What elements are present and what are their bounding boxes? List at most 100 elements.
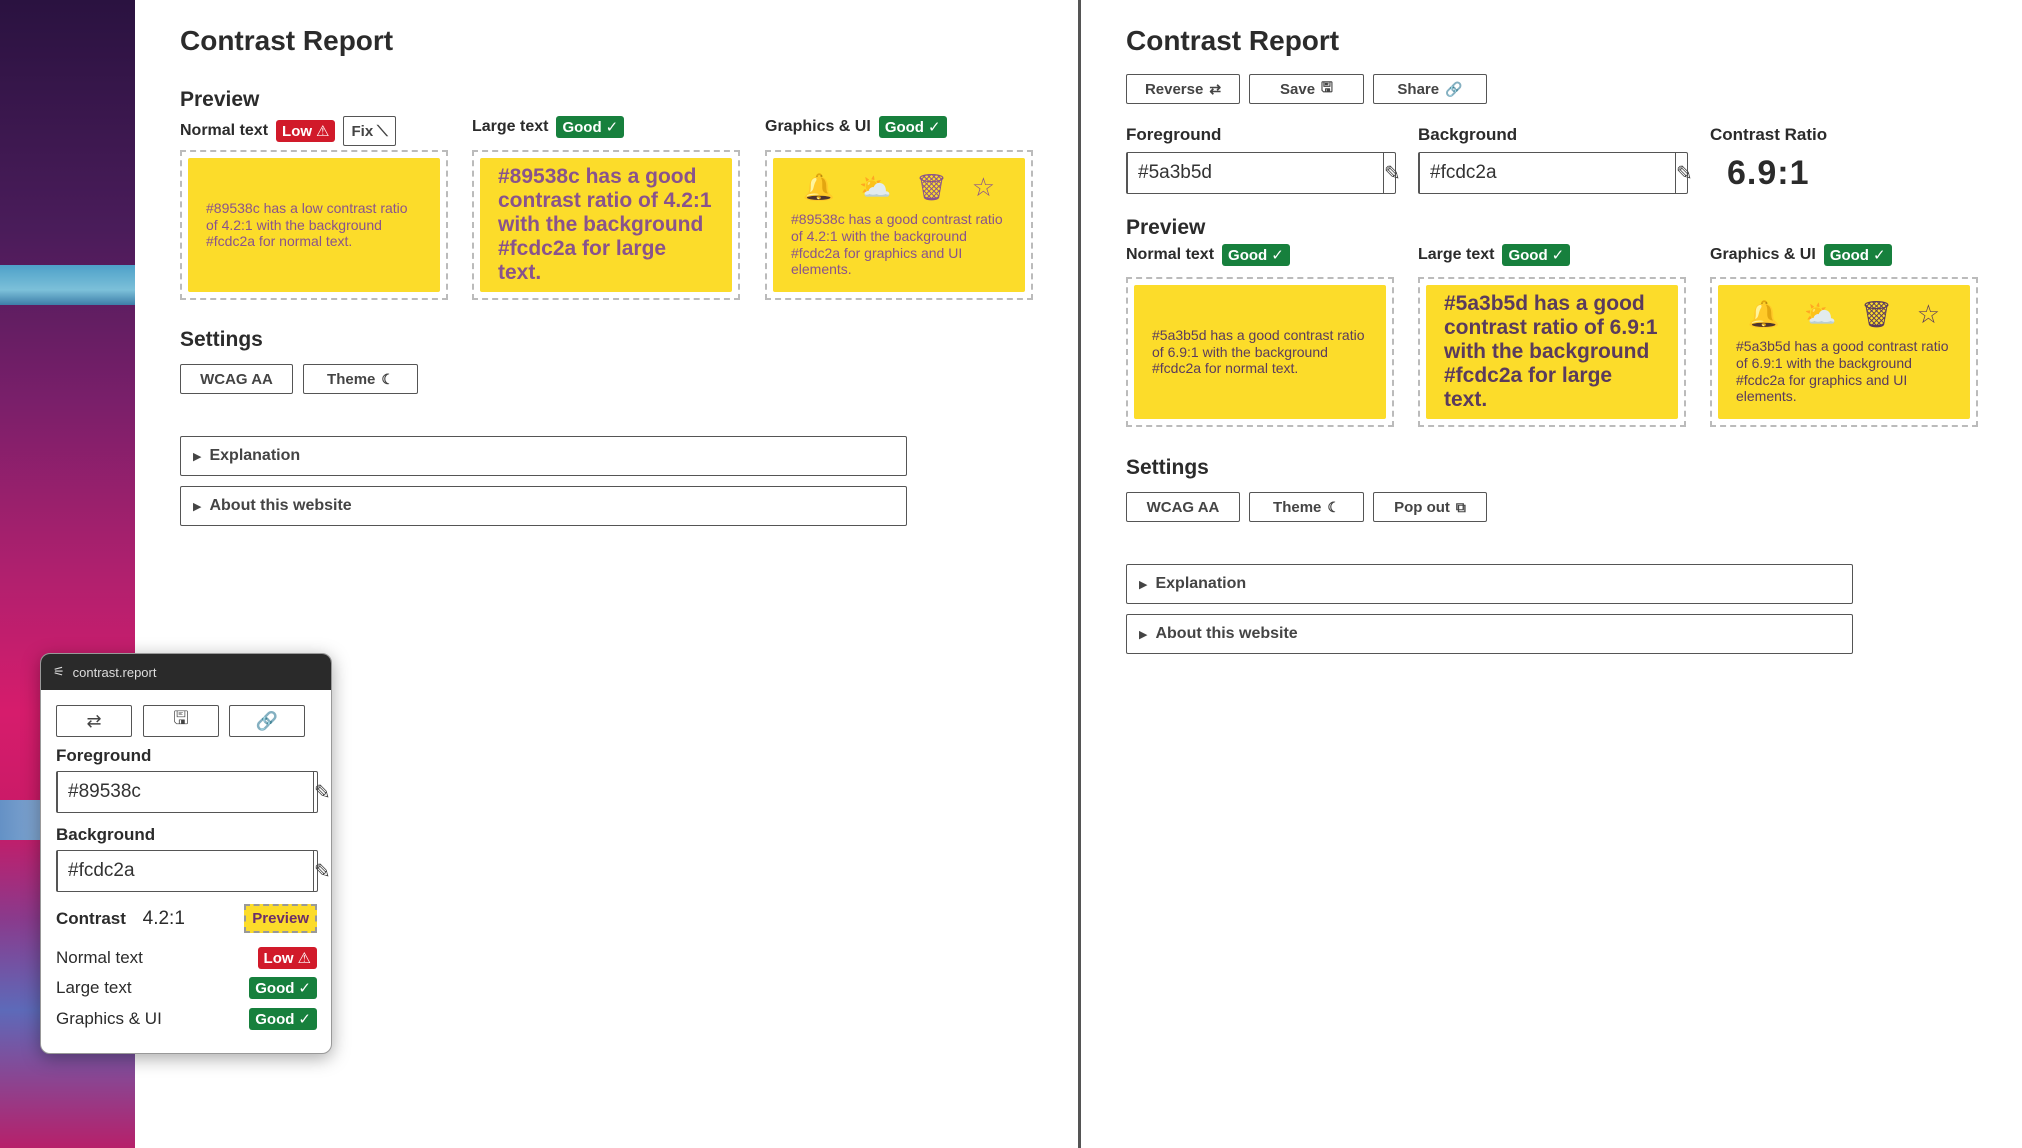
popup-titlebar[interactable]: ⚟ contrast.report <box>41 654 331 690</box>
sliders-icon: ⚟ <box>53 664 65 679</box>
settings-heading: Settings <box>1126 456 1209 479</box>
check-icon: ✓ <box>605 119 619 136</box>
theme-button[interactable]: Theme ☾ <box>1249 492 1364 522</box>
moon-icon: ☾ <box>1327 498 1340 515</box>
save-button[interactable]: Save 🖫 <box>1249 74 1364 104</box>
eyedropper-icon[interactable]: ✎ <box>1383 153 1401 193</box>
check-icon: ✓ <box>298 980 311 997</box>
large-text-preview-card: #5a3b5d has a good contrast ratio of 6.9… <box>1418 277 1686 427</box>
star-icon: ☆ <box>1916 298 1941 329</box>
settings-heading: Settings <box>180 328 263 351</box>
preview-heading: Preview <box>180 88 260 111</box>
triangle-right-icon: ▶ <box>193 500 202 513</box>
triangle-right-icon: ▶ <box>1139 628 1148 641</box>
preview-heading: Preview <box>1126 216 1206 239</box>
check-icon: ✓ <box>1872 247 1886 264</box>
warning-icon: ⚠ <box>316 123 330 140</box>
floppy-icon: 🖫 <box>173 708 189 728</box>
graphics-sample: #89538c has a good contrast ratio of 4.2… <box>791 210 1003 278</box>
eyedropper-icon[interactable]: ✎ <box>313 772 331 812</box>
link-icon: 🔗 <box>255 710 279 731</box>
background-input[interactable] <box>58 851 313 891</box>
wcag-button[interactable]: WCAG AA <box>180 364 293 394</box>
large-text-label: Large text <box>472 118 549 135</box>
swap-icon: ⇄ <box>1209 80 1222 97</box>
status-label: Normal text <box>56 948 143 967</box>
background-field: ✎ <box>1418 152 1693 194</box>
trash-icon: 🗑 <box>1860 298 1894 329</box>
normal-text-label-row: Normal text Low ⚠ Fix ⟍ <box>180 116 396 146</box>
normal-text-label: Normal text <box>180 122 269 139</box>
weather-icon: ⛅ <box>858 171 892 202</box>
foreground-label: Foreground <box>1126 125 1222 144</box>
status-badge-good: Good ✓ <box>1823 244 1892 266</box>
foreground-input[interactable] <box>58 772 313 812</box>
status-label: Large text <box>56 978 132 997</box>
large-text-sample: #5a3b5d has a good contrast ratio of 6.9… <box>1444 291 1658 412</box>
bell-icon: 🔔 <box>1747 298 1781 329</box>
swap-icon: ⇄ <box>86 710 102 731</box>
theme-button[interactable]: Theme ☾ <box>303 364 418 394</box>
fix-button[interactable]: Fix ⟍ <box>343 116 396 146</box>
foreground-input[interactable] <box>1128 153 1383 193</box>
wand-icon: ⟍ <box>377 122 388 140</box>
page-title: Contrast Report <box>1126 25 1340 56</box>
reverse-button[interactable]: Reverse ⇄ <box>1126 74 1240 104</box>
eyedropper-icon[interactable]: ✎ <box>313 851 331 891</box>
large-text-label: Large text <box>1418 246 1495 263</box>
share-button[interactable]: 🔗 <box>229 705 305 737</box>
check-icon: ✓ <box>1271 247 1284 264</box>
large-text-sample: #89538c has a good contrast ratio of 4.2… <box>498 164 712 285</box>
graphics-label: Graphics & UI <box>765 118 871 135</box>
bell-icon: 🔔 <box>802 171 836 202</box>
status-row: Large text Good ✓ <box>56 977 317 999</box>
graphics-label-row: Graphics & UI Good ✓ <box>1710 244 1892 266</box>
share-button[interactable]: Share 🔗 <box>1373 74 1487 104</box>
status-badge-good: Good ✓ <box>1222 244 1290 266</box>
foreground-field: ✎ <box>1126 152 1401 194</box>
graphics-sample: #5a3b5d has a good contrast ratio of 6.9… <box>1736 337 1949 405</box>
page-title: Contrast Report <box>180 25 394 56</box>
eyedropper-icon[interactable]: ✎ <box>1675 153 1693 193</box>
large-text-label-row: Large text Good ✓ <box>1418 244 1571 266</box>
status-badge-good: Good ✓ <box>249 1008 317 1030</box>
save-button[interactable]: 🖫 <box>143 705 219 737</box>
graphics-label: Graphics & UI <box>1710 246 1816 263</box>
about-disclosure[interactable]: ▶ About this website <box>1126 614 1853 654</box>
background-label: Background <box>1418 125 1518 144</box>
normal-text-sample: #89538c has a low contrast ratio of 4.2:… <box>206 199 408 250</box>
graphics-preview-card: 🔔 ⛅ 🗑 ☆ #89538c has a good contrast rati… <box>765 150 1033 300</box>
large-text-label-row: Large text Good ✓ <box>472 116 625 138</box>
graphics-preview-card: 🔔 ⛅ 🗑 ☆ #5a3b5d has a good contrast rati… <box>1710 277 1978 427</box>
wcag-button[interactable]: WCAG AA <box>1126 492 1240 522</box>
link-icon: 🔗 <box>1445 80 1463 97</box>
reverse-button[interactable]: ⇄ <box>56 705 132 737</box>
status-badge-low: Low ⚠ <box>257 947 317 969</box>
contrast-label: Contrast <box>56 908 126 928</box>
contrast-ratio-value: 6.9:1 <box>1727 154 1810 192</box>
normal-text-preview-card: #89538c has a low contrast ratio of 4.2:… <box>180 150 448 300</box>
about-disclosure[interactable]: ▶ About this website <box>180 486 907 526</box>
check-icon: ✓ <box>298 1011 311 1028</box>
right-browser-page: Contrast Report Reverse ⇄ Save 🖫 Share 🔗… <box>1081 0 2022 1148</box>
explanation-disclosure[interactable]: ▶ Explanation <box>180 436 907 476</box>
status-row: Normal text Low ⚠ <box>56 947 317 969</box>
pop-out-button[interactable]: Pop out ⧉ <box>1373 492 1487 522</box>
preview-tag[interactable]: Preview <box>244 904 317 933</box>
contrast-ratio-label: Contrast Ratio <box>1710 125 1828 144</box>
check-icon: ✓ <box>1551 247 1565 264</box>
explanation-disclosure[interactable]: ▶ Explanation <box>1126 564 1853 604</box>
check-icon: ✓ <box>927 119 941 136</box>
pop-out-icon: ⧉ <box>1455 498 1466 515</box>
warning-icon: ⚠ <box>297 950 311 967</box>
background-input[interactable] <box>1420 153 1675 193</box>
status-badge-good: Good ✓ <box>1502 244 1571 266</box>
triangle-right-icon: ▶ <box>193 450 202 463</box>
triangle-right-icon: ▶ <box>1139 578 1148 591</box>
status-badge-good: Good ✓ <box>249 977 317 999</box>
normal-text-label: Normal text <box>1126 246 1215 263</box>
large-text-preview-card: #89538c has a good contrast ratio of 4.2… <box>472 150 740 300</box>
contrast-row: Contrast 4.2:1 Preview <box>56 904 317 933</box>
normal-text-sample: #5a3b5d has a good contrast ratio of 6.9… <box>1152 326 1365 377</box>
popup-window-title: contrast.report <box>72 664 157 680</box>
